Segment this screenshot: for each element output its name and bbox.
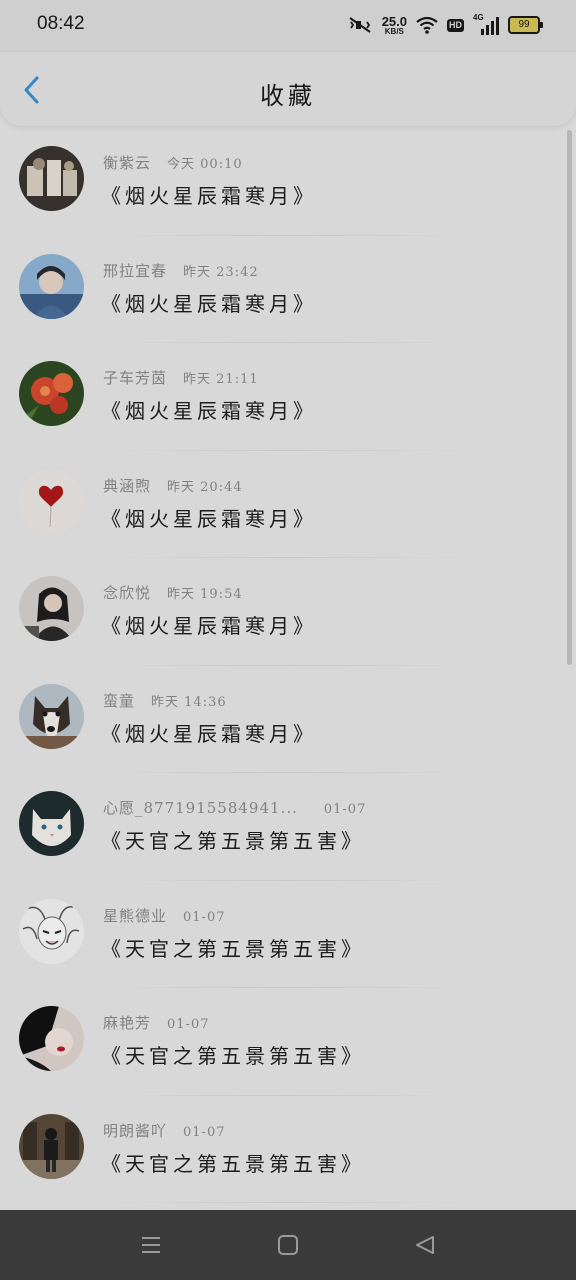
- book-title: 《天官之第五景第五害》: [101, 1151, 365, 1176]
- user-name: 蛮童: [103, 691, 136, 710]
- user-name: 衡紫云: [103, 154, 152, 172]
- avatar[interactable]: [19, 361, 84, 426]
- wifi-icon: [416, 16, 438, 34]
- timestamp: 01-07: [167, 1017, 210, 1032]
- list-item[interactable]: 子车芳茵 昨天 21:11 《烟火星辰霜寒月》: [0, 343, 576, 451]
- avatar[interactable]: [19, 576, 84, 641]
- item-meta: 念欣悦 昨天 19:54: [103, 582, 243, 603]
- navigation-bar: [0, 1210, 576, 1280]
- user-name: 念欣悦: [103, 584, 152, 602]
- item-meta: 典涵煦 昨天 20:44: [103, 475, 243, 496]
- scrollbar[interactable]: [567, 130, 572, 665]
- timestamp: 昨天 21:11: [183, 372, 259, 387]
- user-name: 典涵煦: [103, 476, 152, 495]
- list-item[interactable]: 典涵煦 昨天 20:44 《烟火星辰霜寒月》: [0, 451, 576, 558]
- item-meta: 麻艳芳 01-07: [103, 1012, 210, 1033]
- timestamp: 昨天 14:36: [151, 694, 227, 710]
- book-title: 《烟火星辰霜寒月》: [101, 614, 317, 638]
- avatar[interactable]: [19, 898, 84, 964]
- item-meta: 星熊德业 01-07: [103, 905, 226, 926]
- status-icons: 25.0 KB/S HD 4G 99: [347, 13, 543, 37]
- network-speed: 25.0 KB/S: [382, 15, 407, 36]
- book-title: 《烟火星辰霜寒月》: [101, 506, 317, 531]
- timestamp: 今天 00:10: [167, 157, 243, 172]
- avatar[interactable]: [19, 1113, 84, 1179]
- avatar[interactable]: [19, 468, 84, 534]
- status-time: 08:42: [37, 13, 85, 34]
- system-back-button[interactable]: [413, 1233, 437, 1257]
- item-meta: 蛮童 昨天 14:36: [103, 690, 227, 711]
- menu-button[interactable]: [139, 1233, 163, 1257]
- timestamp: 昨天 19:54: [167, 587, 243, 602]
- list-item[interactable]: 念欣悦 昨天 19:54 《烟火星辰霜寒月》: [0, 558, 576, 666]
- avatar[interactable]: [19, 253, 84, 319]
- list-item[interactable]: 星熊德业 01-07 《天官之第五景第五害》: [0, 881, 576, 988]
- battery-icon: 99: [508, 16, 543, 34]
- list-item[interactable]: 心愿_8771915584941... 01-07 《天官之第五景第五害》: [0, 773, 576, 881]
- list-item[interactable]: 明朗酱吖 01-07 《天官之第五景第五害》: [0, 1096, 576, 1203]
- status-bar: 08:42 25.0 KB/S HD 4G 99: [0, 0, 576, 52]
- page-title: 收藏: [260, 82, 316, 110]
- list-item[interactable]: 衡紫云 今天 00:10 《烟火星辰霜寒月》: [0, 128, 576, 236]
- timestamp: 昨天 20:44: [167, 479, 243, 495]
- list-item[interactable]: 邢拉宜春 昨天 23:42 《烟火星辰霜寒月》: [0, 236, 576, 343]
- timestamp: 01-07: [183, 909, 226, 925]
- home-icon: [278, 1235, 298, 1255]
- list-item[interactable]: 蛮童 昨天 14:36 《烟火星辰霜寒月》: [0, 666, 576, 773]
- user-name: 子车芳茵: [103, 369, 168, 387]
- user-name: 星熊德业: [103, 906, 168, 925]
- item-meta: 心愿_8771915584941... 01-07: [103, 797, 366, 818]
- avatar[interactable]: [19, 791, 84, 856]
- user-name: 邢拉宜春: [103, 261, 168, 280]
- timestamp: 昨天 23:42: [183, 264, 259, 280]
- header: 收藏: [0, 52, 576, 126]
- user-name: 明朗酱吖: [103, 1121, 168, 1140]
- item-meta: 明朗酱吖 01-07: [103, 1120, 226, 1141]
- timestamp: 01-07: [183, 1124, 226, 1140]
- book-title: 《烟火星辰霜寒月》: [101, 399, 317, 423]
- divider: [100, 1202, 476, 1203]
- hd-icon: HD: [447, 18, 464, 32]
- user-name: 心愿_8771915584941...: [103, 799, 298, 817]
- book-title: 《天官之第五景第五害》: [101, 936, 365, 961]
- avatar[interactable]: [19, 1006, 84, 1071]
- book-title: 《烟火星辰霜寒月》: [101, 721, 317, 746]
- item-meta: 衡紫云 今天 00:10: [103, 152, 243, 173]
- list-item[interactable]: 麻艳芳 01-07 《天官之第五景第五害》: [0, 988, 576, 1096]
- home-button[interactable]: [276, 1233, 300, 1257]
- avatar[interactable]: [19, 146, 84, 211]
- mute-vibrate-icon: [349, 17, 371, 33]
- item-meta: 子车芳茵 昨天 21:11: [103, 367, 259, 388]
- timestamp: 01-07: [323, 802, 367, 817]
- user-name: 麻艳芳: [103, 1014, 152, 1032]
- book-title: 《烟火星辰霜寒月》: [101, 291, 317, 316]
- favorites-list: 衡紫云 今天 00:10 《烟火星辰霜寒月》 邢拉宜春 昨天 23:42 《烟火星辰…: [0, 128, 576, 1203]
- network-speed-unit: KB/S: [384, 26, 404, 36]
- book-title: 《烟火星辰霜寒月》: [101, 184, 317, 208]
- network-speed-value: 25.0: [381, 13, 407, 29]
- book-title: 《天官之第五景第五害》: [101, 1044, 365, 1068]
- back-triangle-icon: [416, 1236, 434, 1254]
- signal-icon: 4G: [473, 13, 499, 35]
- book-title: 《天官之第五景第五害》: [101, 829, 365, 853]
- avatar[interactable]: [19, 683, 84, 749]
- item-meta: 邢拉宜春 昨天 23:42: [103, 260, 259, 281]
- menu-icon: [142, 1237, 160, 1253]
